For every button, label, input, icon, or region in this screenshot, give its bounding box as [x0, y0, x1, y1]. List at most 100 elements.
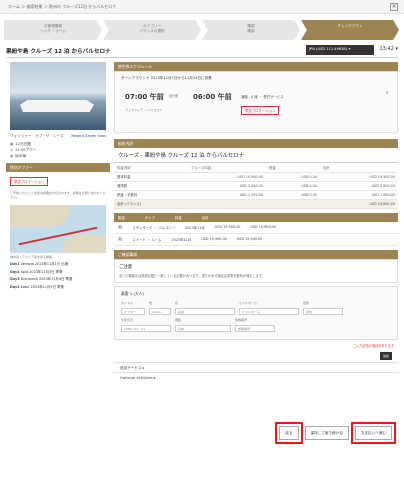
itinerary-day: Day2 Split 2023年11月3日 寄港	[10, 269, 63, 274]
first-name-field[interactable]: 名前	[175, 307, 235, 315]
table-cell: 基本料金	[114, 172, 189, 182]
step-title: 確認	[247, 24, 255, 28]
ship-icon: ⛴	[118, 237, 123, 241]
column-header: 合計	[319, 163, 398, 173]
form-label-row: 生年月日 国籍 旅券番号	[121, 318, 391, 322]
promo-chip: 早割プロモーション	[10, 177, 49, 186]
breadcrumb: ホーム ＞ 検索結果 ＞ 欧州の クルーズ12泊 からバルセロナ	[8, 4, 117, 9]
step-title: チェックアウト	[337, 24, 363, 28]
flight-summary: ターンアラウンド 2023年11月1日から11月13日に到着	[121, 76, 212, 80]
middle-name-field[interactable]: ミドルネーム	[239, 307, 299, 315]
map-land	[10, 205, 70, 227]
table-header-row: 料金内訳 クルーズ料金 税金 合計	[114, 163, 398, 173]
gender-select[interactable]: 男性	[303, 307, 343, 315]
passport-field[interactable]: 旅券番号	[235, 324, 275, 332]
time-select[interactable]: 13:42 ▾	[379, 46, 398, 52]
title-select[interactable]: ミスター	[121, 307, 145, 315]
itinerary-day: Day1 Venezia 2023年11月1日 出港	[10, 262, 69, 266]
step-2[interactable]: カテゴリー バランスの選択	[103, 20, 201, 40]
table-row: 税金・手数料 USD 1,090.00 USD 0.00 USD 1,090.0…	[114, 190, 398, 200]
ship-name-row: ヴォイジャー・オブ・ザ・シーズ Regent Seven Seas	[10, 134, 106, 139]
column-header: クルーズ料金	[188, 163, 266, 173]
arrival-time: 06:00 午前	[193, 93, 232, 101]
cabin-row[interactable]: ⛴ スタンダード ・ バルコニー 2023年11月 USD 19,900.00 USD…	[114, 222, 398, 234]
nationality-select[interactable]: 日本	[175, 324, 231, 332]
flight-promo-tag: 早割プロモーション	[241, 106, 280, 115]
price-section: 料金内訳 クルーズ - 果紛や島 クルーズ 12 泊 からバルセロナ 料金内訳 …	[114, 139, 398, 246]
step-3[interactable]: 確認 確認	[202, 20, 300, 40]
itinerary-day: Day3 Dubrovnik 2023年11月4日 寄港	[10, 277, 73, 282]
table-cell: USD 3,900.00	[319, 181, 398, 191]
flight-route: ヴェネツィア → バルセロナ	[125, 108, 163, 112]
table-cell	[188, 199, 266, 209]
table-cell: USD 0.00	[266, 172, 320, 182]
field-label: 名	[175, 300, 179, 305]
back-button[interactable]: 戻る	[275, 422, 303, 444]
flight-card: ターンアラウンド 2023年11月1日から11月13日に到着 07:00 午前 …	[114, 71, 398, 133]
calendar-icon: ▣	[10, 142, 14, 146]
ship-icon: ⛴	[118, 225, 123, 229]
passenger-title: 乗客 1 (大人)	[121, 290, 144, 296]
title-row: 果紛や島 クルーズ 12 泊 からバルセロナ JPN (USD 111.4963…	[6, 44, 398, 58]
step-title: カテゴリー	[143, 24, 161, 28]
table-row-total: 合計 (バランス) USD 24,890.00	[114, 199, 398, 209]
table-cell	[266, 199, 320, 209]
clock-icon: ◷	[10, 148, 14, 152]
form-footer: ご入力必須の項目があります 追加	[114, 340, 398, 362]
column-header: 客室	[118, 215, 125, 220]
promo-header: 特別オファー	[6, 163, 110, 172]
accordion-extra-services[interactable]: 追加サービス ▸	[114, 361, 398, 372]
field-label: 旅券番号	[235, 317, 248, 322]
close-icon[interactable]: ×	[390, 3, 398, 11]
top-bar: ホーム ＞ 検索結果 ＞ 欧州の クルーズ12泊 からバルセロナ ×	[0, 0, 404, 14]
brand-logo: Regent Seven Seas	[71, 134, 106, 138]
table-cell: USD 0.00	[266, 181, 320, 191]
flight-meta: 通路 - 4 席 ・ 受付サービス	[241, 95, 284, 99]
price-header: 料金内訳	[114, 139, 398, 148]
form-input-row: 1980 / 01 / 01 日本 旅券番号	[121, 324, 391, 332]
fact-item: ◉ 地中海	[10, 154, 26, 158]
column-header: 合計	[201, 215, 209, 220]
table-cell: USD 19,900.00	[188, 172, 266, 182]
table-row: 港湾税 USD 3,900.00 USD 0.00 USD 3,900.00	[114, 181, 398, 191]
step-sub: バランスの選択	[139, 29, 165, 33]
column-header: タイプ	[144, 215, 155, 220]
table-cell: 合計 (バランス)	[114, 199, 189, 209]
chevron-up-icon[interactable]: ∧	[385, 90, 389, 96]
column-header: 税金	[266, 163, 320, 173]
table-cell: USD 19,900.00	[319, 172, 398, 182]
promo-text: ご予約いただくと追加の特典が付与されます。詳細はお問い合わせください。	[10, 191, 106, 199]
itinerary-day: Day4 Kotor 2023年11月5日 寄港	[10, 284, 64, 289]
accordion-optional-activities[interactable]: Optional Activities ▸	[114, 371, 398, 382]
table-cell: 税金・手数料	[114, 190, 189, 200]
cabin-table-header: 客室 タイプ 料金 合計	[114, 212, 398, 222]
step-title: お客様情報	[44, 24, 62, 28]
birthdate-field[interactable]: 1980 / 01 / 01	[121, 324, 171, 332]
currency-select[interactable]: JPN (USD 111.4963B) ▾	[306, 45, 374, 55]
step-1[interactable]: お客様情報 シング ・ナーム	[4, 20, 102, 40]
passenger-form: 乗客 1 (大人) タイトル 姓 名 ミドルネーム 性別 ミスター Alexis…	[114, 285, 398, 340]
route-map[interactable]	[10, 205, 106, 253]
step-4[interactable]: チェックアウト	[301, 20, 399, 40]
departure-time: 07:00 午前	[125, 93, 164, 101]
proceed-payment-button[interactable]: お支払いへ進む	[350, 422, 397, 444]
column-header: 料金内訳	[114, 163, 189, 173]
ship-facts: ▣ 12泊日間 ◷ 22:00アワー ◉ 地中海	[10, 141, 106, 159]
last-name-field[interactable]: Alexis	[149, 307, 171, 315]
main-panel: 航空券スケジュール ターンアラウンド 2023年11月1日から11月13日に到着…	[114, 62, 398, 382]
table-cell: USD 0.00	[266, 190, 320, 200]
step-sub: シング ・ナーム	[39, 29, 67, 33]
add-button[interactable]: 追加	[380, 351, 392, 360]
field-label: 性別	[303, 300, 310, 305]
notice-header: ご確認事項	[114, 249, 398, 259]
progress-steps: お客様情報 シング ・ナーム カテゴリー バランスの選択 確認 確認 チェックアウト	[4, 20, 400, 40]
field-label: タイトル	[121, 300, 134, 305]
cabin-row[interactable]: ⛴ スイート ・ ルーム 2023年11月 USD 19,900.00 USD 19,…	[114, 234, 398, 246]
table-cell: USD 1,090.00	[319, 190, 398, 200]
save-later-button[interactable]: 保存して後で続ける	[304, 426, 349, 440]
form-input-row: ミスター Alexis 名前 ミドルネーム 男性	[121, 307, 391, 315]
table-cell: 港湾税	[114, 181, 189, 191]
table-row: 基本料金 USD 19,900.00 USD 0.00 USD 19,900.0…	[114, 172, 398, 182]
notice-title: ご注意	[119, 264, 133, 270]
field-label: 国籍	[175, 317, 182, 322]
